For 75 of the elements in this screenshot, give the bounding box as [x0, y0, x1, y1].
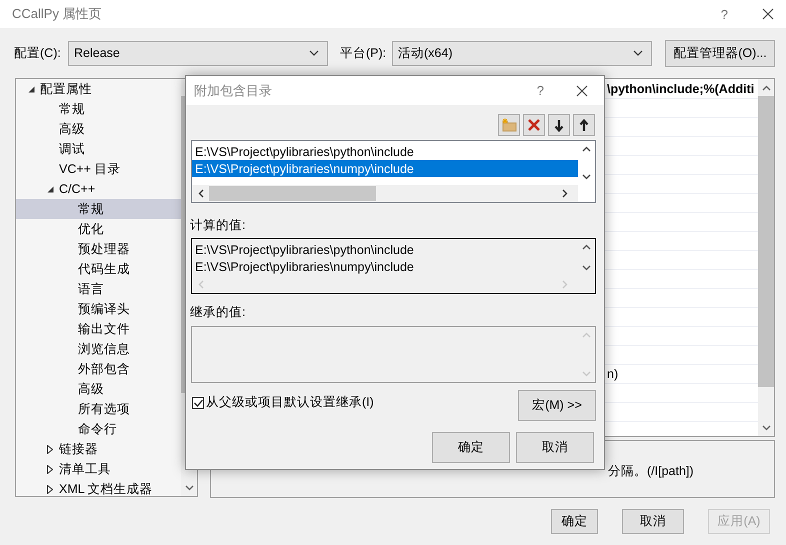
tree-item[interactable]: 高级 [16, 119, 181, 139]
move-up-button[interactable] [573, 114, 595, 136]
platform-dropdown[interactable]: 活动(x64) [392, 40, 652, 66]
collapsed-arrow-icon[interactable] [47, 464, 53, 474]
tree-item[interactable]: VC++ 目录 [16, 159, 181, 179]
checkbox[interactable] [192, 396, 204, 408]
dialog-title: 附加包含目录 [194, 82, 273, 100]
folder-icon [501, 118, 517, 132]
tree-item[interactable]: 外部包含 [16, 359, 181, 379]
cancel-button[interactable]: 取消 [622, 509, 684, 534]
tree-item[interactable]: 常规 [16, 199, 181, 219]
platform-label: 平台(P): [340, 44, 388, 62]
tree-item[interactable]: XML 文档生成器 [16, 479, 181, 499]
config-manager-button[interactable]: 配置管理器(O)... [665, 40, 775, 66]
path-entry[interactable]: E:\VS\Project\pylibraries\python\include [192, 143, 578, 160]
scroll-right-icon[interactable] [562, 189, 568, 198]
inherit-checkbox-label[interactable]: 从父级或项目默认设置继承(I) [206, 394, 374, 411]
tree-item[interactable]: 浏览信息 [16, 339, 181, 359]
delete-button[interactable] [523, 114, 545, 136]
tree-item[interactable]: 预处理器 [16, 239, 181, 259]
scroll-down-icon[interactable] [582, 174, 591, 180]
tree-item[interactable]: 命令行 [16, 419, 181, 439]
window-title: CCallPy 属性页 [12, 5, 103, 23]
path-list[interactable]: E:\VS\Project\pylibraries\python\include E:\VS\Project\pylibraries\numpy\include [191, 140, 596, 203]
caret-icon [309, 50, 319, 56]
scroll-up-icon[interactable] [582, 244, 591, 250]
tree-item[interactable]: 语言 [16, 279, 181, 299]
tree-item[interactable]: 清单工具 [16, 459, 181, 479]
tree-item[interactable]: 代码生成 [16, 259, 181, 279]
macros-button[interactable]: 宏(M) >> [518, 390, 596, 421]
tree-item[interactable]: 高级 [16, 379, 181, 399]
tree-item[interactable]: C/C++ [16, 179, 181, 199]
close-icon[interactable] [576, 84, 588, 96]
tree-item[interactable]: 链接器 [16, 439, 181, 459]
computed-label: 计算的值: [190, 217, 246, 233]
scroll-down-icon[interactable] [184, 485, 194, 491]
cancel-button[interactable]: 取消 [516, 432, 594, 463]
close-icon[interactable] [762, 8, 774, 20]
scroll-left-icon[interactable] [198, 189, 204, 198]
computed-value: E:\VS\Project\pylibraries\python\include [194, 242, 415, 258]
expanded-arrow-icon[interactable] [28, 86, 35, 92]
scroll-up-icon[interactable] [762, 85, 770, 91]
tree-item[interactable]: 所有选项 [16, 399, 181, 419]
config-dropdown[interactable]: Release [68, 40, 328, 66]
down-arrow-icon [554, 118, 564, 132]
checkmark-icon [194, 398, 202, 406]
scroll-thumb[interactable] [209, 186, 376, 201]
inherited-label: 继承的值: [190, 304, 246, 320]
property-value: n) [607, 367, 618, 381]
scrollbar[interactable] [758, 79, 774, 436]
move-down-button[interactable] [548, 114, 570, 136]
tree-item[interactable]: 优化 [16, 219, 181, 239]
property-value: \python\include;%(Additi [607, 82, 754, 96]
tree-item[interactable]: 常规 [16, 99, 181, 119]
ok-button[interactable]: 确定 [432, 432, 510, 463]
tree-item[interactable]: 配置属性 [16, 79, 181, 99]
computed-value: E:\VS\Project\pylibraries\numpy\include [194, 258, 415, 275]
collapsed-arrow-icon[interactable] [47, 444, 53, 454]
scroll-down-icon[interactable] [762, 425, 770, 431]
scroll-down-icon[interactable] [582, 265, 591, 271]
ok-button[interactable]: 确定 [551, 509, 598, 534]
delete-icon [527, 118, 541, 132]
expanded-arrow-icon[interactable] [47, 186, 54, 192]
tree-item[interactable]: 预编译头 [16, 299, 181, 319]
scroll-thumb[interactable] [758, 96, 774, 387]
collapsed-arrow-icon[interactable] [47, 484, 53, 494]
help-button[interactable]: ? [720, 6, 728, 22]
help-button[interactable]: ? [536, 83, 544, 98]
scroll-up-icon[interactable] [582, 146, 591, 152]
up-arrow-icon [579, 118, 589, 132]
caret-icon [633, 50, 643, 56]
config-label: 配置(C): [14, 44, 62, 62]
path-entry[interactable]: E:\VS\Project\pylibraries\numpy\include [192, 160, 578, 177]
tree-item[interactable]: 调试 [16, 139, 181, 159]
tree-item[interactable]: 输出文件 [16, 319, 181, 339]
